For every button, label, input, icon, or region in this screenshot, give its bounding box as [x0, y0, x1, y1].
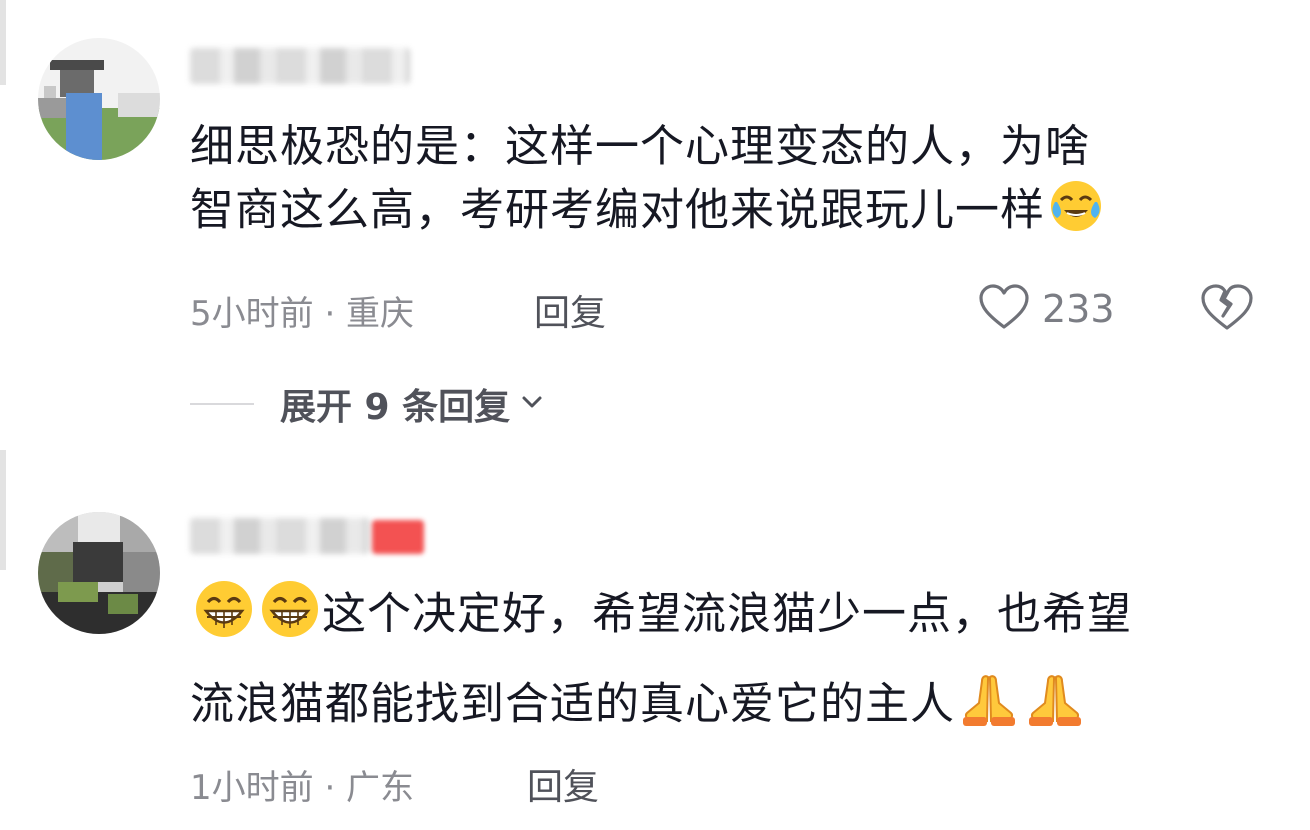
grinning-emoji-icon [258, 578, 322, 655]
comment-item: 细思极恐的是：这样一个心理变态的人，为啥 智商这么高，考研考编对他来说跟玩儿一样… [0, 0, 1310, 460]
expand-replies-button[interactable]: 展开 9 条回复 [190, 380, 544, 428]
reply-button[interactable]: 回复 [527, 758, 599, 810]
comment-text-span: 智商这么高，考研考编对他来说跟玩儿一样 [190, 184, 1045, 236]
comment-text-line: 智商这么高，考研考编对他来说跟玩儿一样 [190, 176, 1260, 249]
expand-replies-label: 展开 9 条回复 [280, 387, 511, 428]
comment-text-span: 流浪猫都能找到合适的真心爱它的主人 [190, 678, 955, 730]
crying-laughing-emoji-icon [1047, 176, 1105, 249]
like-button[interactable]: 233 [978, 282, 1115, 336]
user-badge [372, 520, 424, 554]
comment-text-span: 这个决定好，希望流浪猫少一点，也希望 [322, 588, 1132, 640]
comment-item: 这个决定好，希望流浪猫少一点，也希望 流浪猫都能找到合适的真心爱它的主人 1小时… [0, 500, 1310, 830]
broken-heart-icon [1200, 284, 1254, 338]
grinning-emoji-icon [192, 578, 256, 655]
comment-text: 这个决定好，希望流浪猫少一点，也希望 流浪猫都能找到合适的真心爱它的主人 [190, 578, 1260, 744]
comment-meta: 1小时前 · 广东 [190, 768, 415, 808]
comment-text-line: 这个决定好，希望流浪猫少一点，也希望 [190, 578, 1260, 655]
avatar[interactable] [38, 38, 160, 160]
divider-line [190, 403, 254, 405]
praying-hands-icon [957, 669, 1021, 744]
avatar[interactable] [38, 512, 160, 634]
heart-icon [978, 283, 1030, 335]
praying-hands-icon [1023, 669, 1087, 744]
comment-meta: 5小时前 · 重庆 [190, 294, 415, 334]
username-blurred[interactable] [190, 518, 370, 554]
reply-button[interactable]: 回复 [534, 284, 606, 336]
username-blurred[interactable] [190, 48, 410, 84]
like-count: 233 [1042, 287, 1115, 331]
comment-text-line: 流浪猫都能找到合适的真心爱它的主人 [190, 669, 1260, 744]
dislike-button[interactable] [1200, 282, 1254, 334]
comment-text: 细思极恐的是：这样一个心理变态的人，为啥 智商这么高，考研考编对他来说跟玩儿一样 [190, 118, 1260, 249]
comment-text-line: 细思极恐的是：这样一个心理变态的人，为啥 [190, 121, 1090, 172]
chevron-down-icon [520, 394, 544, 414]
